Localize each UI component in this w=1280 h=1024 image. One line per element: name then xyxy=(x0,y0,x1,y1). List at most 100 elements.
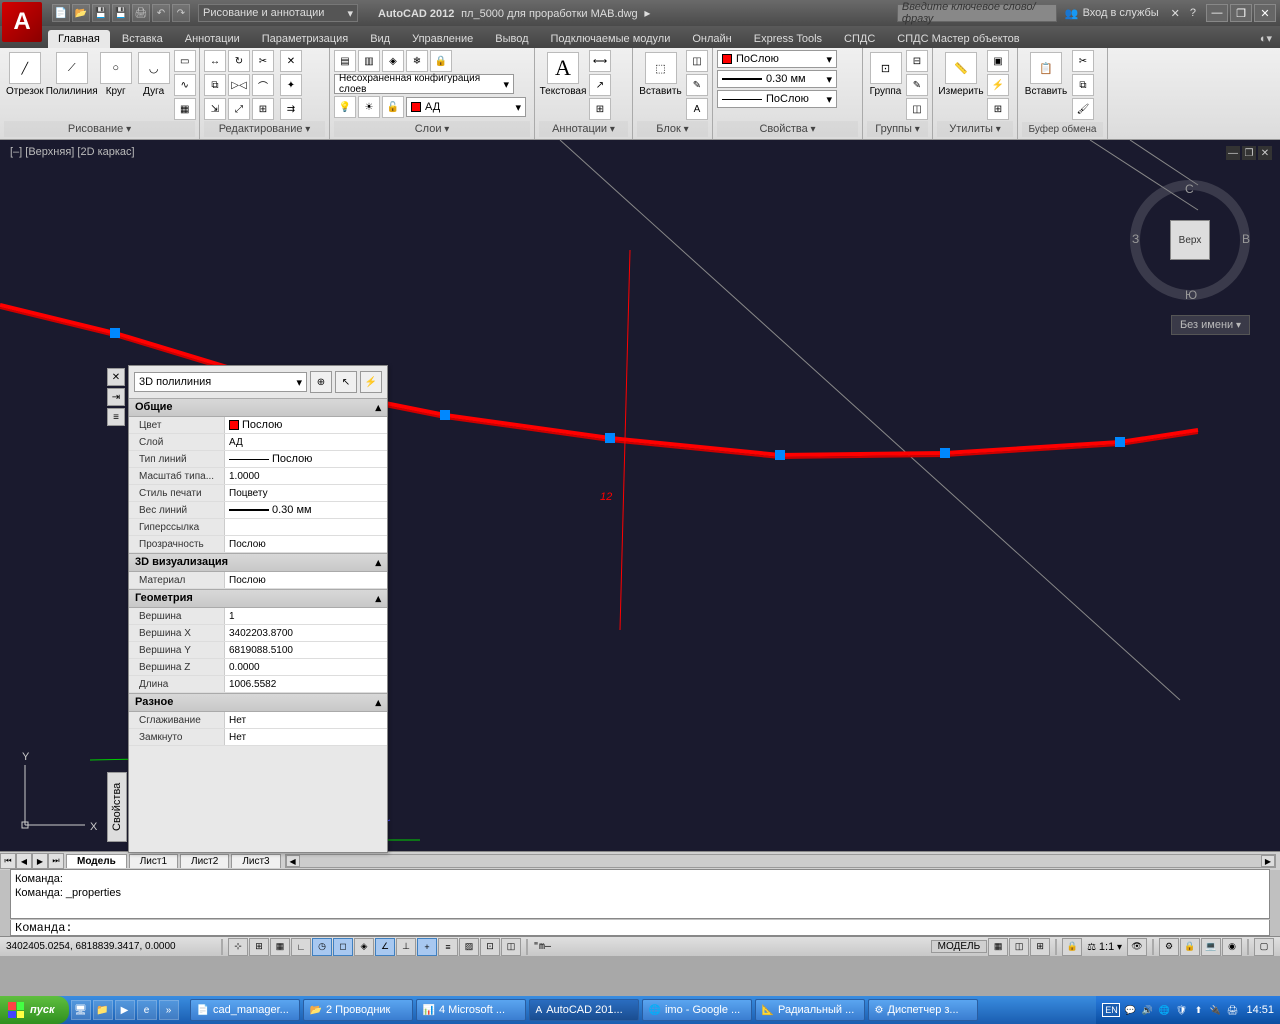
current-layer-dropdown[interactable]: АД▾ xyxy=(406,97,526,117)
layer-on-icon[interactable]: 💡 xyxy=(334,96,356,118)
panel-block-title[interactable]: Блок ▾ xyxy=(637,121,708,137)
group-button[interactable]: ⊡Группа xyxy=(867,50,904,99)
paste-button[interactable]: 📋Вставить xyxy=(1022,50,1070,99)
block-create-button[interactable]: ◫ xyxy=(686,50,708,72)
osnap-button[interactable]: ◻ xyxy=(333,938,353,956)
view-name-button[interactable]: Без имени ▾ xyxy=(1171,315,1250,335)
erase-button[interactable]: ✕ xyxy=(280,50,302,72)
tab-manage[interactable]: Управление xyxy=(402,30,483,48)
ql-desktop-icon[interactable]: 🖥 xyxy=(71,1000,91,1020)
insert-block-button[interactable]: ⬚Вставить xyxy=(637,50,684,99)
dim-linear-button[interactable]: ⟷ xyxy=(589,50,611,72)
select-objects-button[interactable]: ↖ xyxy=(335,371,357,393)
tab-spds[interactable]: СПДС xyxy=(834,30,885,48)
array-button[interactable]: ⊞ xyxy=(252,98,274,120)
val-smooth[interactable]: Нет xyxy=(224,712,387,728)
layer-unlock-icon[interactable]: 🔓 xyxy=(382,96,404,118)
text-button[interactable]: AТекстовая xyxy=(539,50,587,99)
rect-button[interactable]: ▭ xyxy=(174,50,196,72)
polar-button[interactable]: ◷ xyxy=(312,938,332,956)
fillet-button[interactable]: ⌒ xyxy=(252,74,274,96)
help-search-input[interactable]: Введите ключевое слово/фразу xyxy=(897,4,1057,22)
tray-vol-icon[interactable]: 🔊 xyxy=(1140,1003,1154,1017)
tab-last-icon[interactable]: ⏭ xyxy=(48,853,64,869)
table-button[interactable]: ⊞ xyxy=(589,98,611,120)
tray-up-icon[interactable]: ⬆ xyxy=(1191,1003,1205,1017)
tray-usb-icon[interactable]: 🔌 xyxy=(1208,1003,1222,1017)
layer-freeze-button[interactable]: ❄ xyxy=(406,50,428,72)
task-radial[interactable]: 📐 Радиальный ... xyxy=(755,999,865,1021)
snap-button[interactable]: ⊞ xyxy=(249,938,269,956)
layer-config-dropdown[interactable]: Несохраненная конфигурация слоев▾ xyxy=(334,74,514,94)
qat-saveas-icon[interactable]: 💾 xyxy=(112,4,130,22)
section-geom[interactable]: Геометрия▴ xyxy=(129,589,387,608)
section-3dviz[interactable]: 3D визуализация▴ xyxy=(129,553,387,572)
group-sel-button[interactable]: ◫ xyxy=(906,98,928,120)
otrack-button[interactable]: ∠ xyxy=(375,938,395,956)
ducs-button[interactable]: ⊥ xyxy=(396,938,416,956)
minimize-button[interactable]: — xyxy=(1206,4,1228,22)
explode-button[interactable]: ✦ xyxy=(280,74,302,96)
close-button[interactable]: ✕ xyxy=(1254,4,1276,22)
ungroup-button[interactable]: ⊟ xyxy=(906,50,928,72)
task-autocad[interactable]: A AutoCAD 201... xyxy=(529,999,639,1021)
val-vx[interactable]: 3402203.8700 xyxy=(224,625,387,641)
tpy-button[interactable]: ▨ xyxy=(459,938,479,956)
dyn-button[interactable]: + xyxy=(417,938,437,956)
measure-button[interactable]: 📏Измерить xyxy=(937,50,985,99)
qvlayouts-button[interactable]: ⊞ xyxy=(1030,938,1050,956)
line-button[interactable]: ╱Отрезок xyxy=(4,50,46,99)
quick-select-button[interactable]: ⚡ xyxy=(360,371,382,393)
scroll-left-icon[interactable]: ◀ xyxy=(286,855,300,867)
qat-undo-icon[interactable]: ↶ xyxy=(152,4,170,22)
props-menu-icon[interactable]: ≡ xyxy=(107,408,125,426)
qat-open-icon[interactable]: 📂 xyxy=(72,4,90,22)
layer-prop-button[interactable]: ▤ xyxy=(334,50,356,72)
qview-button[interactable]: ◫ xyxy=(1009,938,1029,956)
copy-button[interactable]: ⧉ xyxy=(204,74,226,96)
dir-west[interactable]: З xyxy=(1132,232,1139,246)
view-label[interactable]: [–] [Верхняя] [2D каркас] xyxy=(10,146,135,158)
tab-express[interactable]: Express Tools xyxy=(744,30,832,48)
ql-tc-icon[interactable]: 📁 xyxy=(93,1000,113,1020)
val-color[interactable]: Послою xyxy=(224,417,387,433)
ribbon-options-icon[interactable]: ◐▾ xyxy=(1252,29,1280,48)
task-chrome[interactable]: 🌐 imo - Google ... xyxy=(642,999,752,1021)
start-button[interactable]: пуск xyxy=(0,996,69,1024)
tab-output[interactable]: Вывод xyxy=(485,30,538,48)
viewcube-face[interactable]: Верх xyxy=(1170,220,1210,260)
tab-view[interactable]: Вид xyxy=(360,30,400,48)
val-len[interactable]: 1006.5582 xyxy=(224,676,387,692)
ql-ie-icon[interactable]: e xyxy=(137,1000,157,1020)
mirror-button[interactable]: ▷◁ xyxy=(228,74,250,96)
tab-layout1[interactable]: Лист1 xyxy=(129,854,178,868)
panel-modify-title[interactable]: Редактирование ▾ xyxy=(204,121,325,137)
block-attr-button[interactable]: A xyxy=(686,98,708,120)
tab-layout3[interactable]: Лист3 xyxy=(231,854,280,868)
task-explorer[interactable]: 📂 2 Проводник xyxy=(303,999,413,1021)
tab-parametric[interactable]: Параметризация xyxy=(252,30,358,48)
annovis-button[interactable]: 👁 xyxy=(1127,938,1147,956)
arc-button[interactable]: ◡Дуга xyxy=(136,50,172,99)
isolate-button[interactable]: ◉ xyxy=(1222,938,1242,956)
command-input[interactable]: Команда: xyxy=(10,920,1270,936)
tab-home[interactable]: Главная xyxy=(48,30,110,48)
offset-button[interactable]: ⇉ xyxy=(280,98,302,120)
tab-prev-icon[interactable]: ◀ xyxy=(16,853,32,869)
tab-next-icon[interactable]: ▶ xyxy=(32,853,48,869)
clean-screen-button[interactable]: ▢ xyxy=(1254,938,1274,956)
grid-button[interactable]: ▦ xyxy=(270,938,290,956)
model-space-button[interactable]: МОДЕЛЬ xyxy=(931,940,987,953)
grid-display-button[interactable]: ▦ xyxy=(988,938,1008,956)
tab-insert[interactable]: Вставка xyxy=(112,30,173,48)
panel-groups-title[interactable]: Группы ▾ xyxy=(867,121,928,137)
viewcube[interactable]: Верх С Ю В З xyxy=(1130,180,1250,300)
annoscale-icon[interactable]: 🔒 xyxy=(1062,938,1082,956)
tab-first-icon[interactable]: ⏮ xyxy=(0,853,16,869)
sc-button[interactable]: ◫ xyxy=(501,938,521,956)
props-autohide-icon[interactable]: ⇥ xyxy=(107,388,125,406)
viewport-minimize-icon[interactable]: — xyxy=(1226,146,1240,160)
app-menu-button[interactable]: A xyxy=(2,2,42,42)
ql-more-icon[interactable]: » xyxy=(159,1000,179,1020)
calc-button[interactable]: ⊞ xyxy=(987,98,1009,120)
